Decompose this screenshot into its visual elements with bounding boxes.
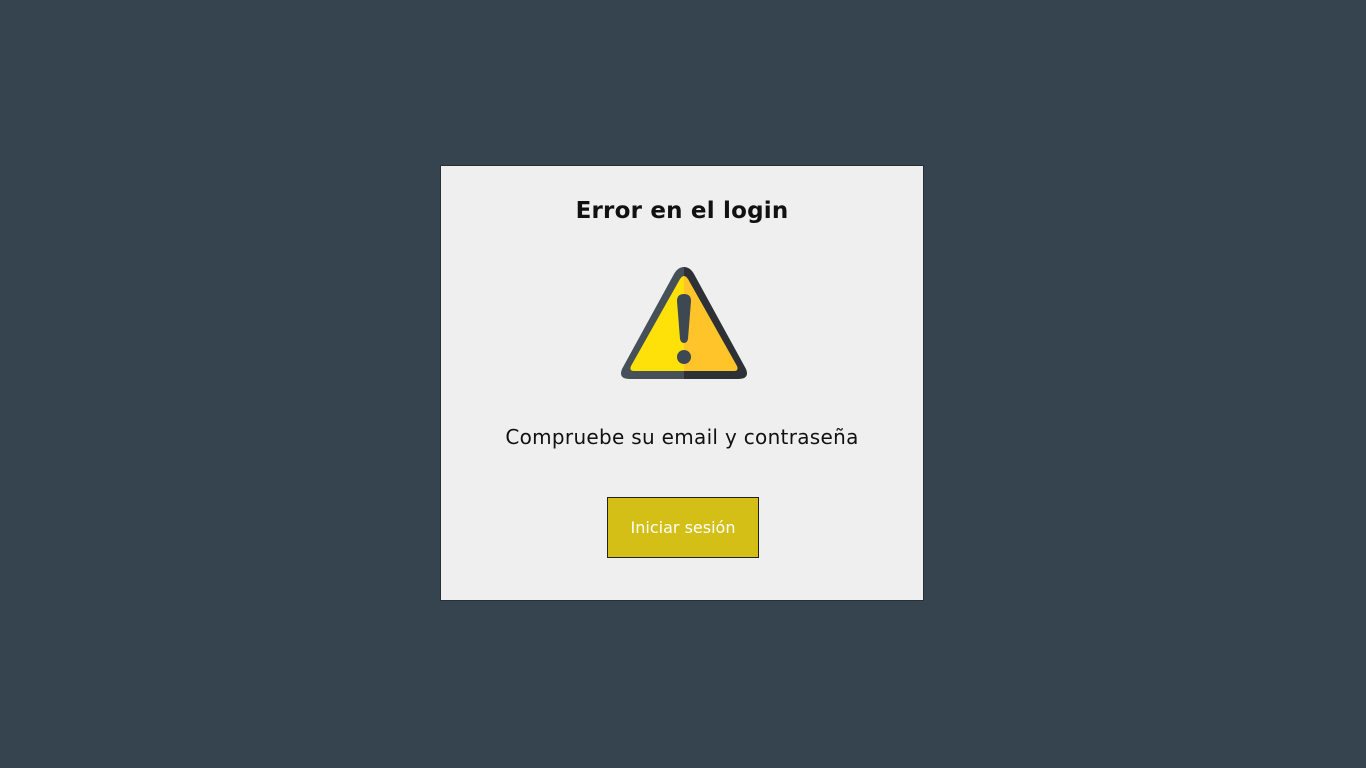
dialog-title: Error en el login <box>575 198 789 224</box>
error-message: Compruebe su email y contraseña <box>505 425 859 449</box>
login-error-screen: Error en el login Compruebe su email y c… <box>0 0 1366 768</box>
login-button[interactable]: Iniciar sesión <box>607 497 759 558</box>
error-dialog: Error en el login Compruebe su email y c… <box>440 165 924 601</box>
warning-icon <box>621 267 747 379</box>
